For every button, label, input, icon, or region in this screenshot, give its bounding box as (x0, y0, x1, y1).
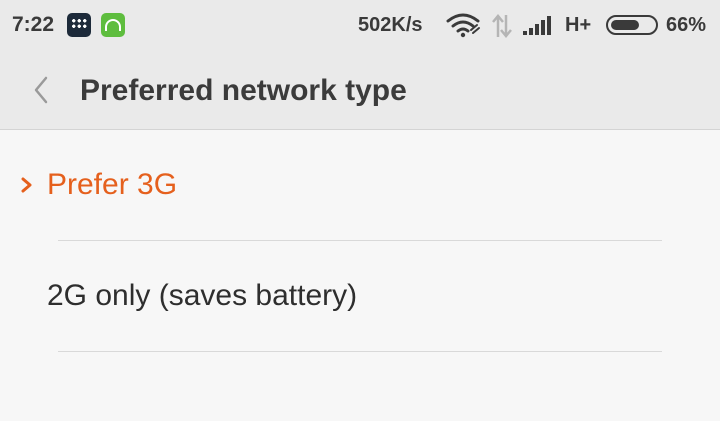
battery-icon (606, 15, 658, 35)
screen: 7:22 502K/s H+ 66% Preferred network typ… (0, 0, 720, 421)
data-arrows-icon (492, 14, 512, 38)
battery-fill (611, 20, 639, 30)
chevron-left-icon (34, 76, 48, 104)
wifi-icon (446, 13, 480, 38)
selected-chevron-icon (21, 177, 32, 193)
divider (58, 240, 662, 241)
option-2g-only[interactable]: 2G only (saves battery) (0, 242, 720, 352)
cell-signal-icon (523, 16, 551, 35)
status-bar: 7:22 502K/s H+ 66% (0, 0, 720, 50)
app-header: Preferred network type (0, 50, 720, 130)
back-button[interactable] (24, 70, 64, 110)
divider (58, 351, 662, 352)
option-prefer-3g[interactable]: Prefer 3G (0, 131, 720, 241)
battery-percent: 66% (666, 14, 707, 36)
network-speed: 502K/s (358, 14, 423, 36)
option-label: Prefer 3G (47, 168, 178, 201)
network-type: H+ (565, 14, 592, 36)
android-icon (101, 13, 125, 37)
page-title: Preferred network type (80, 74, 407, 107)
option-label: 2G only (saves battery) (47, 279, 358, 312)
status-time: 7:22 (12, 13, 55, 36)
bbm-icon (67, 13, 91, 37)
